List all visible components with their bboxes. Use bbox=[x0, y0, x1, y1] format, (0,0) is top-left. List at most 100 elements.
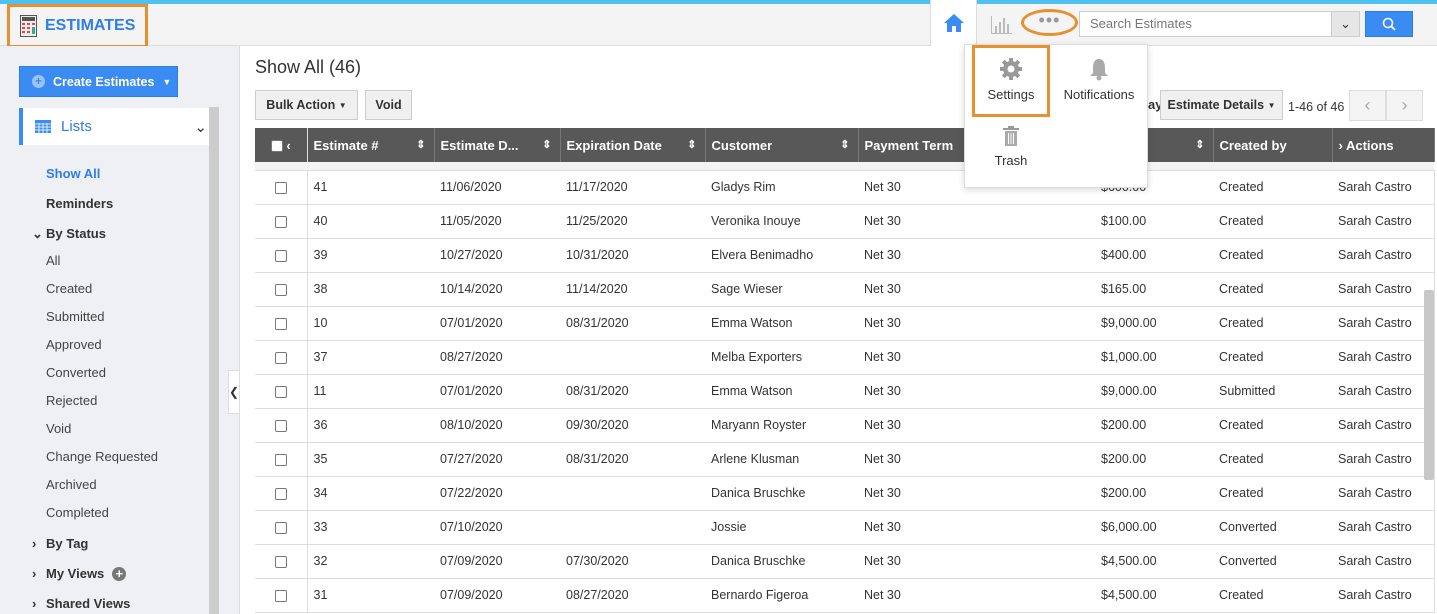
table-row[interactable]: 31 07/09/2020 08/27/2020 Bernardo Figeroa Ne… bbox=[255, 578, 1434, 613]
select-all-header[interactable]: ‹ bbox=[255, 128, 308, 162]
row-checkbox[interactable] bbox=[274, 181, 287, 194]
row-checkbox[interactable] bbox=[274, 521, 287, 534]
table-cell: 11/17/2020 bbox=[560, 170, 705, 205]
sidebar-item-by-status[interactable]: ⌄ By Status bbox=[32, 226, 106, 242]
table-cell: 11/06/2020 bbox=[434, 170, 560, 205]
row-checkbox[interactable] bbox=[274, 555, 287, 568]
column-header[interactable]: Estimate # ⇕ bbox=[307, 128, 435, 162]
table-cell: Sarah Castro bbox=[1332, 306, 1434, 341]
table-row[interactable]: 36 08/10/2020 09/30/2020 Maryann Royster Net… bbox=[255, 408, 1434, 443]
search-input[interactable]: Search Estimates bbox=[1079, 11, 1360, 37]
table-row[interactable]: 10 07/01/2020 08/31/2020 Emma Watson Net 30 $… bbox=[255, 306, 1434, 341]
column-header[interactable]: Expiration Date ⇕ bbox=[560, 128, 706, 162]
reports-chart-icon[interactable] bbox=[990, 14, 1012, 34]
column-header[interactable]: Created by bbox=[1213, 128, 1333, 162]
row-checkbox[interactable] bbox=[274, 317, 287, 330]
sidebar-item-submitted[interactable]: Submitted bbox=[46, 309, 105, 324]
row-checkbox[interactable] bbox=[274, 487, 287, 500]
table-cell: Elvera Benimadho bbox=[705, 238, 858, 273]
sidebar-item-shared-views[interactable]: › Shared Views bbox=[32, 596, 130, 611]
sidebar-item-my-views[interactable]: › My Views + bbox=[32, 566, 127, 581]
table-cell: 07/01/2020 bbox=[434, 374, 560, 409]
sidebar-item-rejected[interactable]: Rejected bbox=[46, 393, 97, 408]
sort-icon[interactable]: ⇕ bbox=[416, 138, 425, 151]
sidebar-item-by-tag[interactable]: › By Tag bbox=[32, 536, 88, 551]
collapse-sidebar-button[interactable]: ❮ bbox=[228, 370, 240, 414]
search-filter-dropdown[interactable]: ⌄ bbox=[1331, 11, 1360, 37]
sidebar-item-change-requested[interactable]: Change Requested bbox=[46, 449, 158, 464]
sidebar-scrollbar[interactable] bbox=[209, 107, 219, 614]
table-row[interactable]: 37 08/27/2020 Melba Exporters Net 30 $1,000.… bbox=[255, 340, 1434, 375]
trash-icon bbox=[1003, 126, 1019, 146]
row-checkbox[interactable] bbox=[274, 283, 287, 296]
sort-icon[interactable]: ⇕ bbox=[687, 138, 696, 151]
more-options-button[interactable]: ••• bbox=[1021, 9, 1078, 36]
table-cell: Sarah Castro bbox=[1332, 578, 1434, 613]
menu-item-settings[interactable]: Settings bbox=[975, 57, 1047, 102]
table-row[interactable]: 35 07/27/2020 08/31/2020 Arlene Klusman Net … bbox=[255, 442, 1434, 477]
lists-section-toggle[interactable]: Lists ⌄ bbox=[19, 108, 209, 145]
select-all-checkbox[interactable] bbox=[270, 140, 283, 153]
table-cell: Created bbox=[1213, 408, 1332, 443]
bulk-action-button[interactable]: Bulk Action ▼ bbox=[255, 90, 358, 120]
row-checkbox[interactable] bbox=[274, 385, 287, 398]
table-cell: Net 30 bbox=[858, 544, 969, 579]
prev-page-button[interactable]: ‹ bbox=[1349, 90, 1386, 121]
create-estimates-button[interactable]: + Create Estimates ▼ bbox=[19, 66, 178, 97]
home-button[interactable] bbox=[930, 0, 977, 46]
column-header[interactable]: Estimate D... ⇕ bbox=[434, 128, 561, 162]
table-cell: Danica Bruschke bbox=[705, 476, 858, 511]
table-cell: Veronika Inouye bbox=[705, 204, 858, 239]
void-button[interactable]: Void bbox=[365, 90, 412, 120]
sidebar-item-show-all[interactable]: Show All bbox=[46, 166, 100, 181]
sort-icon[interactable]: ⇕ bbox=[1195, 138, 1204, 151]
sidebar-item-reminders[interactable]: Reminders bbox=[46, 196, 113, 211]
table-cell: Sarah Castro bbox=[1332, 408, 1434, 443]
table-cell: Arlene Klusman bbox=[705, 442, 858, 477]
column-header[interactable]: › Actions bbox=[1332, 128, 1435, 162]
sort-icon[interactable]: ⇕ bbox=[840, 138, 849, 151]
sidebar-item-all[interactable]: All bbox=[46, 253, 60, 268]
sidebar-item-archived[interactable]: Archived bbox=[46, 477, 97, 492]
column-header[interactable]: Customer ⇕ bbox=[705, 128, 859, 162]
row-checkbox[interactable] bbox=[274, 453, 287, 466]
plus-circle-icon: + bbox=[32, 75, 45, 88]
table-cell: $400.00 bbox=[1095, 238, 1213, 273]
menu-item-trash[interactable]: Trash bbox=[975, 125, 1047, 168]
table-row[interactable]: 4111/06/202011/17/2020Gladys RimNet 30$6… bbox=[255, 170, 1434, 205]
next-page-button[interactable]: › bbox=[1386, 90, 1423, 121]
table-row[interactable]: 39 10/27/2020 10/31/2020 Elvera Benimadho Ne… bbox=[255, 238, 1434, 273]
sort-icon[interactable]: ⇕ bbox=[542, 138, 551, 151]
table-row[interactable]: 34 07/22/2020 Danica Bruschke Net 30 $200.00… bbox=[255, 476, 1434, 511]
row-checkbox[interactable] bbox=[274, 249, 287, 262]
table-row[interactable]: 33 07/10/2020 Jossie Net 30 $6,000.00 Convert… bbox=[255, 510, 1434, 545]
add-view-icon[interactable]: + bbox=[112, 567, 127, 581]
table-cell: $200.00 bbox=[1095, 476, 1213, 511]
table-cell: Net 30 bbox=[858, 340, 969, 375]
chevron-right-icon[interactable]: › bbox=[1339, 138, 1343, 153]
table-scrollbar[interactable] bbox=[1424, 290, 1434, 480]
row-checkbox[interactable] bbox=[274, 351, 287, 364]
sidebar-item-void[interactable]: Void bbox=[46, 421, 71, 436]
table-row[interactable]: 38 10/14/2020 11/14/2020 Sage Wieser Net 30 $… bbox=[255, 272, 1434, 307]
table-row[interactable]: 40 11/05/2020 11/25/2020 Veronika Inouye Net… bbox=[255, 204, 1434, 239]
app-brand[interactable]: ESTIMATES bbox=[7, 4, 148, 48]
table-row[interactable]: 11 07/01/2020 08/31/2020 Emma Watson Net 30 $… bbox=[255, 374, 1434, 409]
sidebar-item-completed[interactable]: Completed bbox=[46, 505, 109, 520]
table-cell: Net 30 bbox=[858, 238, 969, 273]
column-header[interactable]: Payment Term bbox=[858, 128, 970, 162]
sidebar-item-created[interactable]: Created bbox=[46, 281, 92, 296]
menu-item-notifications[interactable]: Notifications bbox=[1059, 57, 1139, 102]
sidebar-item-approved[interactable]: Approved bbox=[46, 337, 102, 352]
chevron-left-icon[interactable]: ‹ bbox=[286, 138, 290, 153]
table-cell: Gladys Rim bbox=[705, 170, 858, 205]
table-row[interactable]: 32 07/09/2020 07/30/2020 Danica Bruschke Net… bbox=[255, 544, 1434, 579]
sidebar-item-converted[interactable]: Converted bbox=[46, 365, 106, 380]
table-cell: Converted bbox=[1213, 510, 1332, 545]
view-select[interactable]: Estimate Details ▼ bbox=[1160, 90, 1283, 120]
table-cell: $9,000.00 bbox=[1095, 306, 1213, 341]
row-checkbox[interactable] bbox=[274, 589, 287, 602]
search-button[interactable] bbox=[1365, 11, 1413, 37]
row-checkbox[interactable] bbox=[274, 419, 287, 432]
row-checkbox[interactable] bbox=[274, 215, 287, 228]
